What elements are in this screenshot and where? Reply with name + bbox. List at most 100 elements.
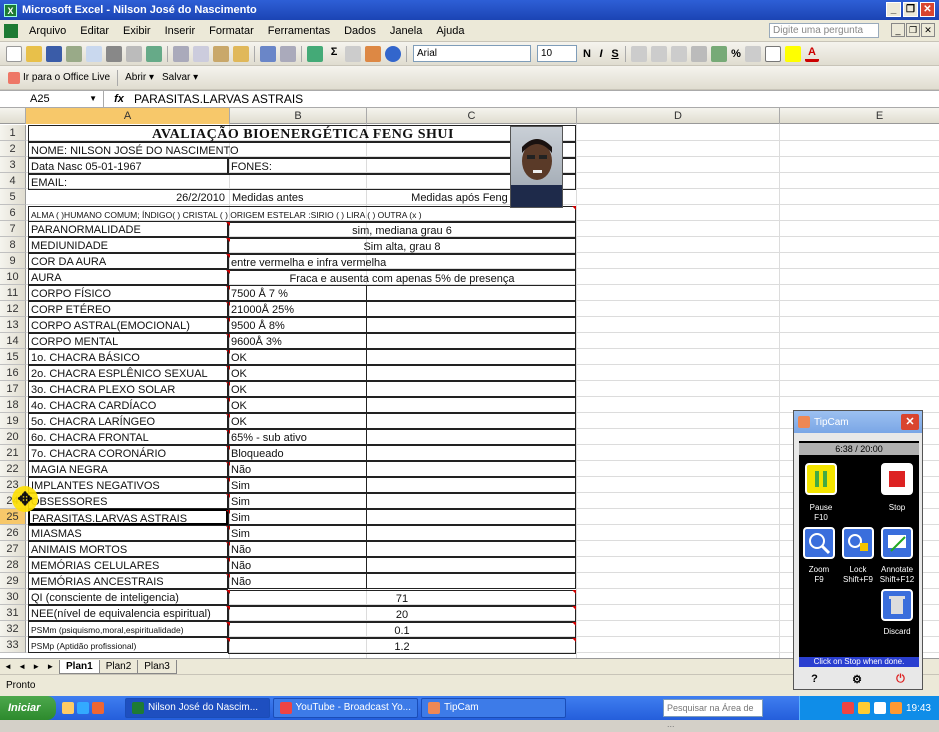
font-color-icon[interactable]: A bbox=[805, 46, 819, 62]
before-value-cell[interactable]: OK bbox=[228, 413, 367, 429]
tab-plan2[interactable]: Plan2 bbox=[98, 659, 139, 674]
after-value-cell[interactable] bbox=[366, 365, 576, 381]
row-header[interactable]: 27 bbox=[0, 541, 26, 557]
row-header[interactable]: 22 bbox=[0, 461, 26, 477]
psmm-value-cell[interactable]: 0.1 bbox=[228, 622, 576, 638]
row-header[interactable]: 12 bbox=[0, 301, 26, 317]
menu-ferramentas[interactable]: Ferramentas bbox=[261, 25, 337, 37]
row-header[interactable]: 14 bbox=[0, 333, 26, 349]
soul-origin-cell[interactable]: ALMA ( )HUMANO COMUM; ÍNDIGO( ) CRISTAL … bbox=[28, 206, 576, 222]
menu-formatar[interactable]: Formatar bbox=[202, 25, 261, 37]
copy-icon[interactable] bbox=[193, 45, 209, 62]
row-header[interactable]: 10 bbox=[0, 269, 26, 285]
label-cell[interactable]: CORP ETÉREO bbox=[28, 301, 228, 317]
paranormality-value-cell[interactable]: sim, mediana grau 6 bbox=[228, 222, 576, 238]
fx-icon[interactable]: fx bbox=[104, 93, 134, 105]
after-value-cell[interactable] bbox=[366, 445, 576, 461]
workbook-icon[interactable] bbox=[4, 23, 18, 38]
preview-icon[interactable] bbox=[126, 45, 142, 62]
close-button[interactable]: ✕ bbox=[920, 2, 935, 17]
comment-indicator[interactable] bbox=[226, 270, 230, 274]
label-cell[interactable]: 4o. CHACRA CARDÍACO bbox=[28, 397, 228, 413]
row-header[interactable]: 8 bbox=[0, 237, 26, 253]
row-header[interactable]: 1 bbox=[0, 125, 26, 141]
before-value-cell[interactable]: Não bbox=[228, 557, 367, 573]
italic-button[interactable]: I bbox=[594, 48, 608, 60]
nee-value-cell[interactable]: 20 bbox=[228, 606, 576, 622]
label-cell[interactable]: CORPO FÍSICO bbox=[28, 285, 228, 301]
row-header[interactable]: 11 bbox=[0, 285, 26, 301]
tipcam-settings-icon[interactable]: ⚙ bbox=[852, 673, 862, 686]
after-value-cell[interactable] bbox=[366, 301, 576, 317]
merge-center-icon[interactable] bbox=[691, 45, 707, 62]
before-value-cell[interactable]: 9600Å 3% bbox=[228, 333, 367, 349]
before-value-cell[interactable]: OK bbox=[228, 365, 367, 381]
row-header[interactable]: 32 bbox=[0, 621, 26, 637]
row-header[interactable]: 33 bbox=[0, 637, 26, 653]
comment-indicator[interactable] bbox=[226, 254, 230, 258]
discard-button[interactable] bbox=[881, 589, 913, 621]
stop-button[interactable] bbox=[881, 463, 913, 495]
help-search-input[interactable]: Digite uma pergunta bbox=[769, 23, 879, 38]
office-live-button[interactable]: Ir para o Office Live bbox=[8, 71, 110, 84]
save-button[interactable]: Salvar ▾ bbox=[162, 72, 198, 83]
menu-editar[interactable]: Editar bbox=[73, 25, 116, 37]
redo-icon[interactable] bbox=[280, 45, 296, 62]
before-value-cell[interactable]: OK bbox=[228, 381, 367, 397]
comment-indicator[interactable] bbox=[226, 622, 230, 626]
label-cell[interactable]: MAGIA NEGRA bbox=[28, 461, 228, 477]
zoom-button[interactable] bbox=[803, 527, 835, 559]
after-value-cell[interactable] bbox=[366, 285, 576, 301]
name-box-dropdown-icon[interactable]: ▼ bbox=[89, 91, 97, 107]
menu-arquivo[interactable]: Arquivo bbox=[22, 25, 73, 37]
annotate-button[interactable] bbox=[881, 527, 913, 559]
row-header[interactable]: 17 bbox=[0, 381, 26, 397]
tipcam-titlebar[interactable]: TipCam ✕ bbox=[794, 411, 922, 433]
menu-inserir[interactable]: Inserir bbox=[158, 25, 203, 37]
row-header[interactable]: 20 bbox=[0, 429, 26, 445]
quick-launch-icon[interactable] bbox=[92, 702, 104, 714]
comment-indicator[interactable] bbox=[572, 590, 576, 594]
tray-icon[interactable] bbox=[873, 702, 886, 714]
bold-button[interactable]: N bbox=[580, 48, 594, 60]
label-cell[interactable]: 5o. CHACRA LARÍNGEO bbox=[28, 413, 228, 429]
after-value-cell[interactable] bbox=[366, 349, 576, 365]
label-cell[interactable]: NEE(nível de equivalencia espiritual) bbox=[28, 605, 228, 621]
label-cell[interactable]: 6o. CHACRA FRONTAL bbox=[28, 429, 228, 445]
row-header[interactable]: 6 bbox=[0, 205, 26, 221]
quick-launch-icon[interactable] bbox=[77, 702, 89, 714]
tab-plan3[interactable]: Plan3 bbox=[137, 659, 177, 674]
row-header[interactable]: 28 bbox=[0, 557, 26, 573]
label-cell[interactable]: ANIMAIS MORTOS bbox=[28, 541, 228, 557]
row-header[interactable]: 7 bbox=[0, 221, 26, 237]
label-cell[interactable]: 1o. CHACRA BÁSICO bbox=[28, 349, 228, 365]
column-header-e[interactable]: E bbox=[780, 108, 939, 124]
row-header[interactable]: 13 bbox=[0, 317, 26, 333]
label-cell[interactable]: MIASMAS bbox=[28, 525, 228, 541]
row-header[interactable]: 31 bbox=[0, 605, 26, 621]
column-header-c[interactable]: C bbox=[367, 108, 577, 124]
before-value-cell[interactable]: 65% - sub ativo bbox=[228, 429, 367, 445]
indent-icon[interactable] bbox=[745, 45, 761, 62]
row-header[interactable]: 5 bbox=[0, 189, 26, 205]
before-value-cell[interactable]: Sim bbox=[228, 477, 367, 493]
row-header[interactable]: 16 bbox=[0, 365, 26, 381]
currency-icon[interactable] bbox=[711, 45, 727, 62]
autosum-icon[interactable]: Σ bbox=[327, 46, 341, 62]
name-cell[interactable]: NOME: NILSON JOSÉ DO NASCIMENTO bbox=[28, 142, 576, 158]
doc-minimize-button[interactable]: _ bbox=[891, 23, 905, 37]
undo-icon[interactable] bbox=[260, 45, 276, 62]
label-cell[interactable]: IMPLANTES NEGATIVOS bbox=[28, 477, 228, 493]
email-icon[interactable] bbox=[86, 45, 102, 62]
before-value-cell[interactable]: Não bbox=[228, 461, 367, 477]
row-header[interactable]: 30 bbox=[0, 589, 26, 605]
borders-icon[interactable] bbox=[765, 45, 781, 62]
menu-janela[interactable]: Janela bbox=[383, 25, 429, 37]
font-size-combo[interactable]: 10 bbox=[537, 45, 577, 62]
formula-input[interactable]: PARASITAS.LARVAS ASTRAIS bbox=[134, 92, 303, 106]
column-header-a[interactable]: A bbox=[26, 108, 230, 124]
doc-restore-button[interactable]: ❐ bbox=[906, 23, 920, 37]
permission-icon[interactable] bbox=[66, 45, 82, 62]
label-cell[interactable]: 7o. CHACRA CORONÁRIO bbox=[28, 445, 228, 461]
spelling-icon[interactable] bbox=[146, 45, 162, 62]
